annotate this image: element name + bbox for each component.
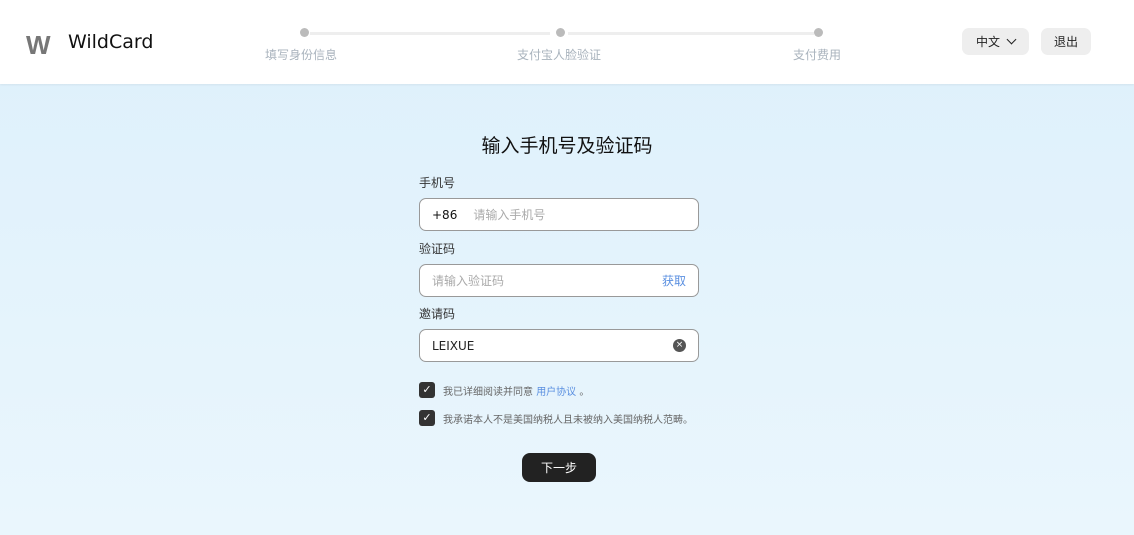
tax-declaration-text: 我承诺本人不是美国纳税人且未被纳入美国纳税人范畴。	[443, 415, 693, 426]
step-label: 填写身份信息	[264, 48, 338, 62]
logout-button[interactable]: 退出	[1041, 28, 1091, 55]
step-connector	[568, 32, 814, 35]
chevron-down-icon	[1006, 34, 1017, 45]
next-button[interactable]: 下一步	[522, 453, 596, 482]
language-select[interactable]: 中文	[962, 28, 1029, 55]
code-placeholder: 请输入验证码	[432, 274, 505, 288]
step-label: 支付宝人脸验证	[516, 48, 602, 62]
clear-icon[interactable]: ×	[673, 339, 686, 352]
header: W WildCard 填写身份信息 支付宝人脸验证 支付费用 中文 退出	[0, 0, 1134, 84]
agree-terms-text: 我已详细阅读并同意 用户协议 。	[443, 383, 589, 398]
page-title: 输入手机号及验证码	[481, 135, 653, 157]
tax-declaration-checkbox[interactable]: ✓	[419, 410, 435, 426]
brand-name: WildCard	[68, 31, 154, 53]
code-label: 验证码	[419, 242, 456, 256]
invite-value: LEIXUE	[432, 338, 475, 353]
wildcard-logo: W	[26, 30, 51, 60]
check-icon: ✓	[422, 383, 432, 396]
language-label: 中文	[975, 35, 1000, 49]
check-icon: ✓	[422, 411, 432, 424]
agree-text: 我已详细阅读并同意	[443, 387, 533, 398]
agree-terms-checkbox[interactable]: ✓	[419, 382, 435, 398]
step-dot	[556, 28, 565, 37]
phone-input[interactable]: +86 请输入手机号	[419, 198, 699, 231]
invite-label: 邀请码	[419, 307, 456, 321]
country-code[interactable]: +86	[432, 208, 457, 222]
code-input[interactable]: 请输入验证码 获取	[419, 264, 699, 297]
invite-input[interactable]: LEIXUE ×	[419, 329, 699, 362]
step-dot	[300, 28, 309, 37]
user-agreement-link[interactable]: 用户协议	[536, 387, 576, 398]
progress-steps: 填写身份信息 支付宝人脸验证 支付费用	[250, 26, 870, 66]
get-code-button[interactable]: 获取	[662, 272, 686, 289]
step-connector	[310, 32, 550, 35]
step-label: 支付费用	[792, 48, 842, 62]
phone-placeholder: 请输入手机号	[473, 208, 546, 222]
agree-suffix: 。	[579, 387, 590, 398]
step-dot	[814, 28, 823, 37]
phone-label: 手机号	[419, 176, 456, 190]
